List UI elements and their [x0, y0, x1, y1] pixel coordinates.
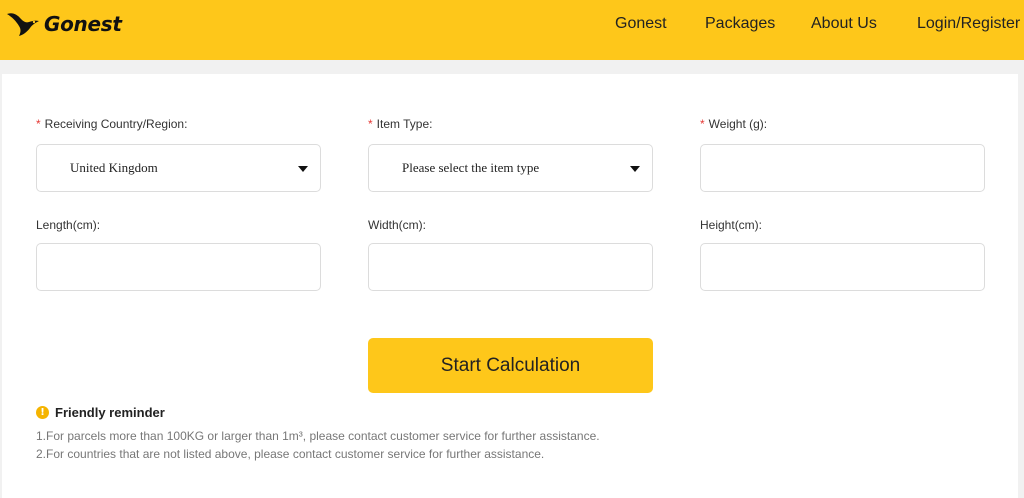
reminder-title: Friendly reminder	[55, 405, 165, 420]
friendly-reminder: ! Friendly reminder	[36, 405, 165, 420]
weight-input[interactable]	[700, 144, 985, 192]
height-input[interactable]	[700, 243, 985, 291]
start-calculation-button[interactable]: Start Calculation	[368, 338, 653, 393]
reminder-note-2: 2.For countries that are not listed abov…	[36, 447, 545, 461]
required-mark: *	[36, 117, 41, 131]
length-label: Length(cm):	[36, 218, 101, 232]
brand-name: Gonest	[44, 12, 122, 36]
item-type-label: * Item Type:	[368, 117, 433, 131]
country-select[interactable]: United Kingdom	[36, 144, 321, 192]
item-type-selected-value: Please select the item type	[402, 160, 540, 175]
country-selected-value: United Kingdom	[70, 160, 158, 175]
top-navbar: Gonest Gonest Packages About Us Login/Re…	[0, 0, 1024, 60]
height-label: Height(cm):	[700, 218, 763, 232]
caret-down-icon	[298, 166, 308, 172]
nav-item-about-us[interactable]: About Us	[811, 15, 877, 33]
country-label: * Receiving Country/Region:	[36, 117, 188, 131]
reminder-note-1: 1.For parcels more than 100KG or larger …	[36, 429, 600, 443]
info-icon: !	[36, 406, 49, 419]
caret-down-icon	[630, 166, 640, 172]
nav-item-login-register[interactable]: Login/Register	[917, 15, 1020, 33]
item-type-select[interactable]: Please select the item type	[368, 144, 653, 192]
required-mark: *	[368, 117, 373, 131]
brand-logo[interactable]: Gonest	[6, 9, 122, 39]
length-input[interactable]	[36, 243, 321, 291]
nav-item-packages[interactable]: Packages	[705, 15, 775, 33]
required-mark: *	[700, 117, 705, 131]
width-label: Width(cm):	[368, 218, 426, 232]
nav-item-gonest[interactable]: Gonest	[615, 15, 667, 33]
width-input[interactable]	[368, 243, 653, 291]
bird-logo-icon	[7, 13, 39, 36]
weight-label: * Weight (g):	[700, 117, 768, 131]
